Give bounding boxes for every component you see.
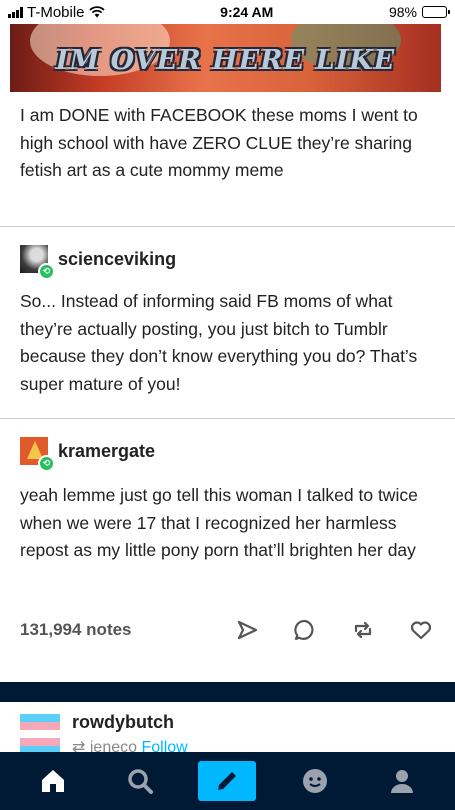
- reblog-badge-icon: ⟲: [38, 263, 55, 280]
- reblog-badge-icon: ⟲: [38, 455, 55, 472]
- clock: 9:24 AM: [220, 4, 274, 20]
- reblog-header-scienceviking[interactable]: ⟲ scienceviking: [0, 242, 455, 280]
- username[interactable]: kramergate: [58, 441, 155, 462]
- divider: [0, 418, 455, 419]
- signal-icon: [8, 6, 23, 18]
- activity-icon[interactable]: [287, 759, 343, 803]
- notes-count[interactable]: 131,994 notes: [20, 620, 132, 640]
- reblog-text: So... Instead of informing said FB moms …: [20, 291, 418, 394]
- username[interactable]: rowdybutch: [72, 712, 174, 733]
- reblog-icon[interactable]: [349, 616, 377, 644]
- status-right: 98%: [388, 4, 450, 20]
- reply-icon[interactable]: [291, 616, 319, 644]
- next-post-header[interactable]: rowdybutch ⇄ ieneco Follow: [0, 702, 455, 756]
- status-left: T-Mobile: [8, 4, 105, 21]
- meme-caption: IM OVER HERE LIKE: [55, 44, 396, 76]
- divider: [0, 226, 455, 227]
- reblog-header-kramergate[interactable]: ⟲ kramergate: [0, 434, 455, 472]
- search-icon[interactable]: [112, 759, 168, 803]
- avatar[interactable]: [20, 714, 60, 754]
- post-footer: 131,994 notes: [0, 610, 455, 650]
- carrier-label: T-Mobile: [27, 3, 85, 21]
- status-bar: T-Mobile 9:24 AM 98%: [0, 0, 455, 24]
- tab-bar: [0, 752, 455, 810]
- share-icon[interactable]: [233, 616, 261, 644]
- post-separator: [0, 682, 455, 702]
- original-post-text: I am DONE with FACEBOOK these moms I wen…: [20, 105, 418, 180]
- compose-icon[interactable]: [198, 761, 257, 801]
- account-icon[interactable]: [374, 759, 430, 803]
- wifi-icon: [88, 6, 105, 18]
- battery-icon: [421, 6, 450, 18]
- meme-image[interactable]: IM OVER HERE LIKE: [10, 24, 441, 92]
- reblog-text: yeah lemme just go tell this woman I tal…: [20, 485, 418, 560]
- home-icon[interactable]: [25, 759, 81, 803]
- avatar[interactable]: ⟲: [20, 245, 55, 280]
- battery-percent: 98%: [388, 4, 417, 20]
- username[interactable]: scienceviking: [58, 249, 176, 270]
- avatar[interactable]: ⟲: [20, 437, 55, 472]
- post-actions: [233, 616, 435, 644]
- like-icon[interactable]: [407, 616, 435, 644]
